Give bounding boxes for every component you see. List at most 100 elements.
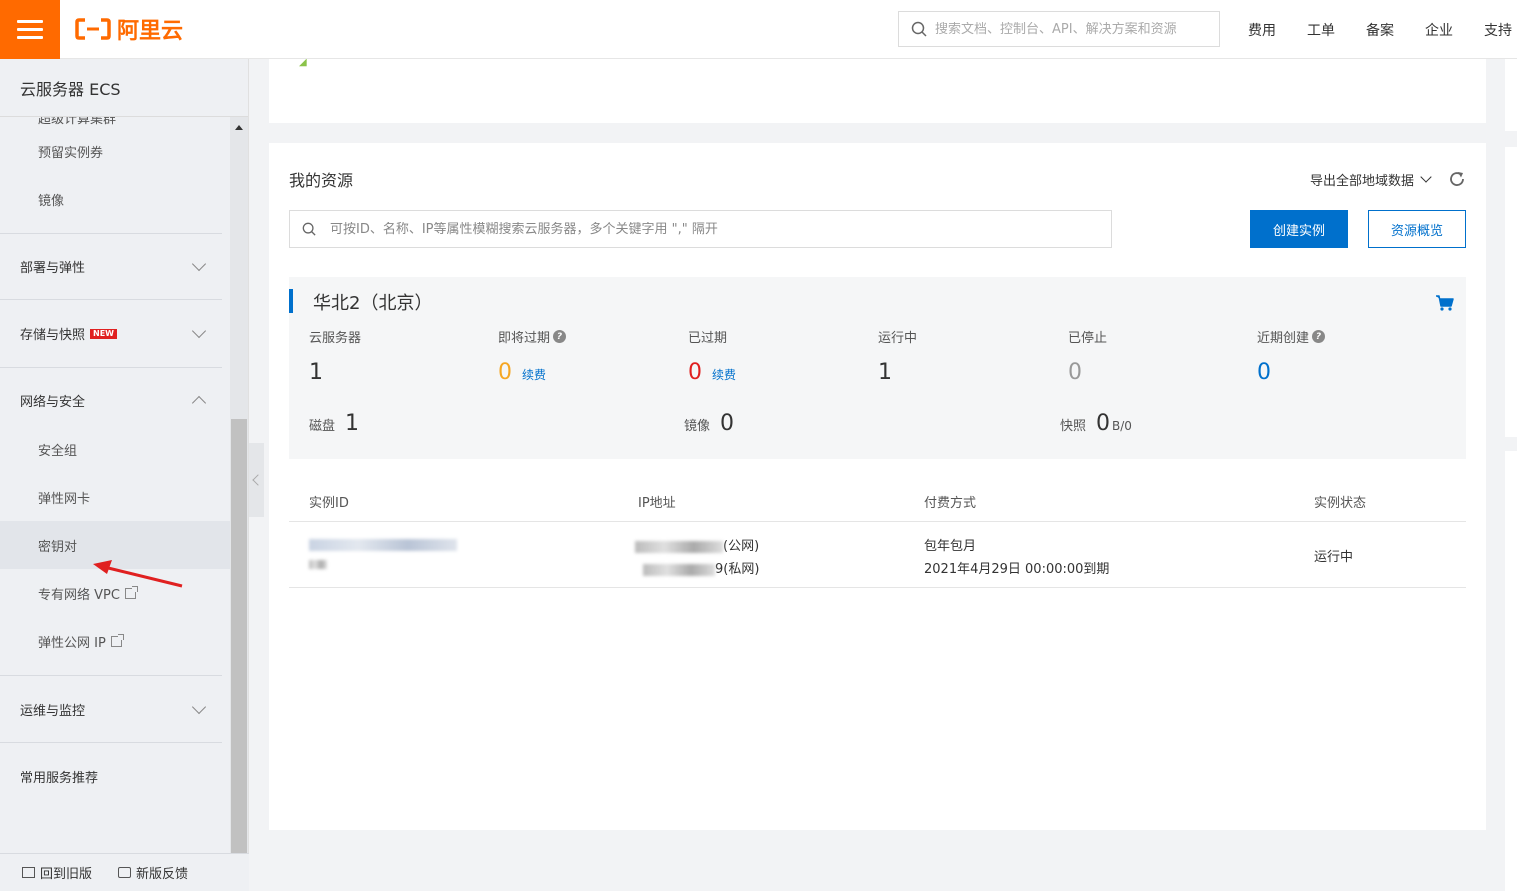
stat-expiring: 即将过期? 0 续费 [498, 327, 567, 385]
card-title: 我的资源 [289, 171, 354, 190]
create-instance-button[interactable]: 创建实例 [1250, 210, 1348, 248]
instance-id[interactable] [309, 537, 457, 569]
stat-stopped: 已停止 0 [1068, 327, 1107, 385]
stat-value[interactable]: 1 [309, 360, 323, 385]
stat-value-wrap: 1 [309, 360, 361, 385]
chevron-down-icon [1420, 171, 1432, 183]
menu-icon-line [17, 36, 43, 39]
resource-overview-button[interactable]: 资源概览 [1368, 210, 1466, 248]
scroll-up-arrow-icon[interactable] [235, 125, 243, 130]
redacted-text [309, 538, 457, 551]
logo-text: 阿里云 [117, 19, 184, 44]
menu-icon [17, 20, 43, 23]
ip-address: (公网) 9(私网) [635, 535, 759, 581]
right-panel-top [1505, 59, 1517, 131]
stat-disk[interactable]: 磁盘 1 [309, 411, 359, 436]
table-row[interactable]: (公网) 9(私网) 包年包月 2021年4月29日 00:00:00到期 运行… [289, 523, 1466, 588]
group-label: 部署与弹性 [20, 261, 86, 276]
stat-label: 即将过期 [498, 331, 551, 346]
help-icon[interactable]: ? [553, 330, 567, 343]
column-header: 实例状态 [1314, 496, 1367, 511]
back-to-old-version-link[interactable]: 回到旧版 [22, 863, 92, 882]
stat-image[interactable]: 镜像 0 [684, 411, 734, 436]
stat-value: 0 [720, 411, 735, 436]
aliyun-logo[interactable]: 阿里云 [75, 14, 183, 44]
stat-label: 镜像 [684, 419, 711, 434]
sidebar-group-deploy[interactable]: 部署与弹性 [0, 233, 222, 299]
overview-card-partial: ◢ [269, 57, 1486, 123]
stat-value[interactable]: 1 [878, 360, 892, 385]
sidebar-item-reserved-instance[interactable]: 预留实例券 [0, 127, 230, 175]
chevron-down-icon [191, 323, 207, 339]
chevron-down-icon [191, 256, 207, 272]
resource-search-input[interactable] [330, 221, 1111, 237]
group-label: 常用服务推荐 [20, 771, 99, 786]
sidebar-item-supercomputing[interactable]: 超级计算集群 [0, 117, 230, 127]
stat-value[interactable]: 0 [1257, 360, 1271, 385]
sidebar-group-network[interactable]: 网络与安全 [0, 367, 222, 433]
instance-table-header: 实例ID IP地址 付费方式 实例状态 [289, 479, 1466, 522]
column-header: IP地址 [638, 496, 676, 511]
external-link-icon [110, 633, 124, 647]
new-badge: NEW [90, 328, 117, 339]
stat-label: 云服务器 [309, 331, 362, 346]
cart-icon[interactable] [1436, 295, 1454, 311]
sidebar-item-security-group[interactable]: 安全组 [0, 425, 230, 473]
footer-back-label: 回到旧版 [40, 867, 93, 882]
column-header: 付费方式 [924, 496, 977, 511]
nav-tickets[interactable]: 工单 [1307, 20, 1335, 40]
sidebar-group-ops[interactable]: 运维与监控 [0, 675, 222, 742]
export-all-regions-dropdown[interactable]: 导出全部地域数据 [1310, 170, 1432, 189]
column-header: 实例ID [309, 496, 349, 511]
feedback-link[interactable]: 新版反馈 [118, 863, 188, 882]
resource-search[interactable] [289, 210, 1112, 248]
nav-support[interactable]: 支持 [1484, 20, 1512, 40]
refresh-icon[interactable] [1448, 170, 1466, 188]
global-search[interactable] [898, 11, 1220, 47]
stat-label: 磁盘 [309, 419, 336, 434]
expiry-time: 2021年4月29日 00:00:00到期 [924, 562, 1110, 577]
nav-enterprise[interactable]: 企业 [1425, 20, 1453, 40]
back-icon [22, 867, 35, 878]
stat-value[interactable]: 0 [498, 360, 512, 385]
menu-button[interactable] [0, 0, 60, 59]
scrollbar-thumb[interactable] [231, 419, 247, 854]
group-label: 网络与安全 [20, 395, 86, 410]
stat-value[interactable]: 0 [688, 360, 702, 385]
stat-expired: 已过期 0 续费 [688, 327, 736, 385]
stat-snapshot[interactable]: 快照 0 B/0 [1060, 411, 1132, 436]
menu-icon-line [17, 28, 43, 31]
sidebar-item-eni[interactable]: 弹性网卡 [0, 473, 230, 521]
sidebar-item-keypair[interactable]: 密钥对 [0, 521, 230, 569]
group-label: 运维与监控 [20, 703, 86, 719]
sidebar-collapse-handle[interactable] [249, 443, 264, 517]
sidebar-item-eip[interactable]: 弹性公网 IP [0, 617, 230, 665]
renew-link[interactable]: 续费 [522, 366, 546, 383]
feedback-icon [118, 867, 132, 878]
sidebar-group-storage[interactable]: 存储与快照 NEW [0, 299, 222, 367]
billing-info: 包年包月 2021年4月29日 00:00:00到期 [924, 535, 1109, 581]
sidebar-item-label: 专有网络 VPC [38, 587, 120, 603]
sidebar-scrollbar[interactable] [230, 117, 248, 854]
nav-icp[interactable]: 备案 [1366, 20, 1394, 40]
stat-recent: 近期创建? 0 [1257, 327, 1326, 385]
sidebar-item-images[interactable]: 镜像 [0, 175, 230, 223]
ip-public-suffix: (公网) [723, 539, 760, 554]
search-icon [911, 21, 927, 37]
stat-running: 运行中 1 [878, 327, 917, 385]
sidebar-group-common[interactable]: 常用服务推荐 [0, 742, 222, 810]
help-icon[interactable]: ? [1312, 330, 1326, 343]
instance-status: 运行中 [1314, 550, 1354, 565]
group-label-wrap: 存储与快照 NEW [20, 324, 117, 343]
stat-value: 0 [1068, 360, 1082, 385]
stat-label-wrap: 近期创建? [1257, 327, 1326, 346]
global-search-input[interactable] [935, 21, 1219, 37]
sidebar-item-vpc[interactable]: 专有网络 VPC [0, 569, 230, 617]
redacted-text [643, 563, 715, 576]
renew-link[interactable]: 续费 [712, 366, 736, 383]
stat-ecs[interactable]: 云服务器 1 [309, 327, 361, 385]
stat-value-wrap: 0 续费 [498, 360, 566, 385]
stat-label: 已过期 [688, 331, 728, 346]
nav-billing[interactable]: 费用 [1248, 20, 1276, 40]
sidebar-item-label: 弹性公网 IP [38, 635, 106, 651]
